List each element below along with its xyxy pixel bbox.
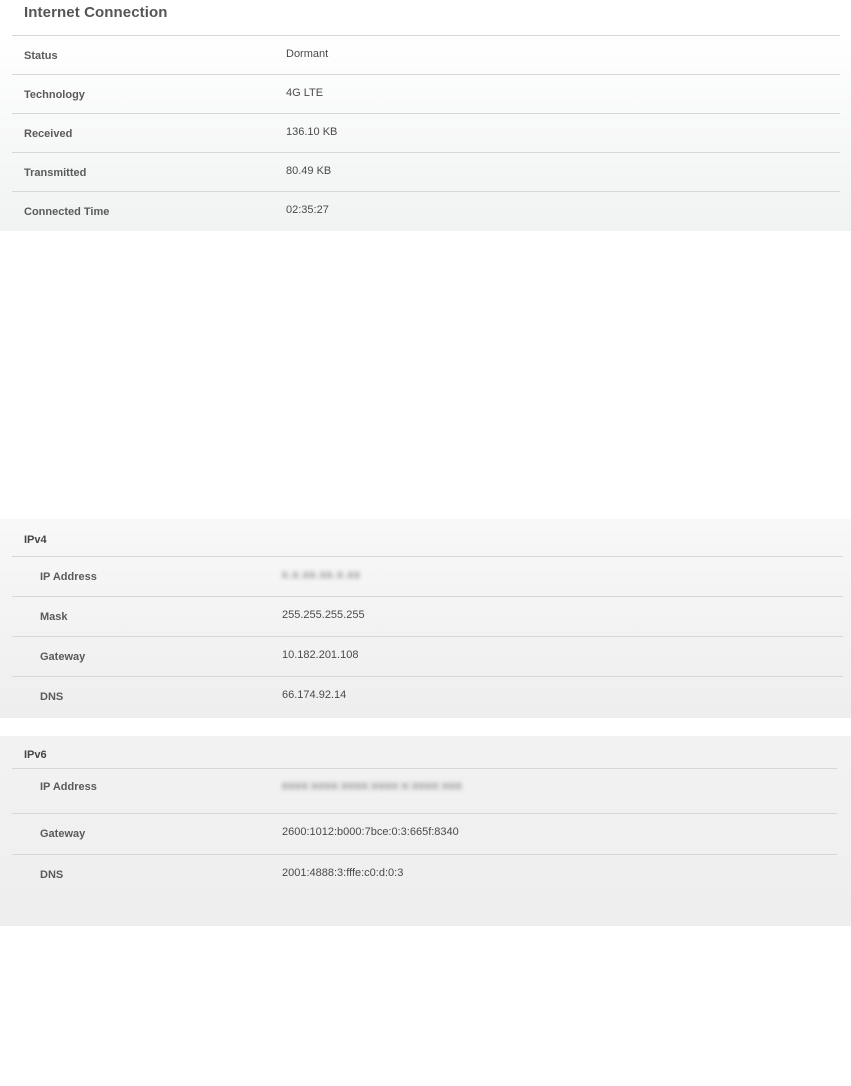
row-label: Connected Time — [24, 206, 110, 218]
row-label: DNS — [40, 691, 64, 703]
row-value: 10.182.201.108 — [282, 649, 359, 661]
row-label: Status — [24, 50, 58, 62]
ipv4-title: IPv4 — [24, 534, 47, 546]
row-value: 80.49 KB — [286, 165, 332, 177]
internet-connection-title: Internet Connection — [24, 4, 168, 21]
row-value: Dormant — [286, 48, 329, 60]
row-label: Technology — [24, 89, 85, 101]
row-value: 66.174.92.14 — [282, 689, 347, 701]
row-value: 4G LTE — [286, 87, 324, 99]
row-label: Gateway — [40, 651, 86, 663]
row-label: Transmitted — [24, 167, 87, 179]
table-row-mask: Mask 255.255.255.255 — [12, 596, 843, 636]
row-value: 2600:1012:b000:7bce:0:3:665f:8340 — [282, 826, 459, 838]
ipv6-panel: IPv6 IP Address xxxx:xxxx:xxxx:xxxx:x:xx… — [0, 736, 851, 926]
row-label: Mask — [40, 611, 68, 623]
row-value: 136.10 KB — [286, 126, 338, 138]
table-row-received: Received 136.10 KB — [12, 113, 840, 152]
table-row-gateway: Gateway 2600:1012:b000:7bce:0:3:665f:834… — [12, 813, 837, 854]
table-row-transmitted: Transmitted 80.49 KB — [12, 152, 840, 191]
ipv6-table: IP Address xxxx:xxxx:xxxx:xxxx:x:xxxx:xx… — [12, 768, 837, 895]
table-row-dns: DNS 2001:4888:3:fffe:c0:d:0:3 — [12, 854, 837, 895]
row-value: 255.255.255.255 — [282, 609, 365, 621]
row-value: 02:35:27 — [286, 204, 329, 216]
ipv4-panel: IPv4 IP Address x.x.xx.xx.x.xx Mask 255.… — [0, 519, 851, 718]
internet-connection-panel: Internet Connection Status Dormant Techn… — [0, 0, 851, 231]
table-row-gateway: Gateway 10.182.201.108 — [12, 636, 843, 676]
table-row-connected-time: Connected Time 02:35:27 — [12, 191, 840, 230]
row-label: IP Address — [40, 781, 97, 793]
table-row-status: Status Dormant — [12, 35, 840, 74]
table-row-ip-address: IP Address x.x.xx.xx.x.xx — [12, 556, 843, 596]
table-row-technology: Technology 4G LTE — [12, 74, 840, 113]
row-label: DNS — [40, 869, 64, 881]
row-value: 2001:4888:3:fffe:c0:d:0:3 — [282, 867, 404, 879]
table-row-ip-address: IP Address xxxx:xxxx:xxxx:xxxx:x:xxxx:xx… — [12, 768, 837, 813]
ipv4-table: IP Address x.x.xx.xx.x.xx Mask 255.255.2… — [12, 556, 843, 716]
table-row-dns: DNS 66.174.92.14 — [12, 676, 843, 716]
ipv6-title: IPv6 — [24, 749, 47, 761]
row-label: Received — [24, 128, 73, 140]
row-label: Gateway — [40, 828, 86, 840]
row-value-redacted: x.x.xx.xx.x.xx — [282, 569, 361, 581]
row-value-redacted: xxxx:xxxx:xxxx:xxxx:x:xxxx:xxx — [282, 780, 463, 792]
internet-connection-table: Status Dormant Technology 4G LTE Receive… — [12, 35, 840, 230]
row-label: IP Address — [40, 571, 97, 583]
